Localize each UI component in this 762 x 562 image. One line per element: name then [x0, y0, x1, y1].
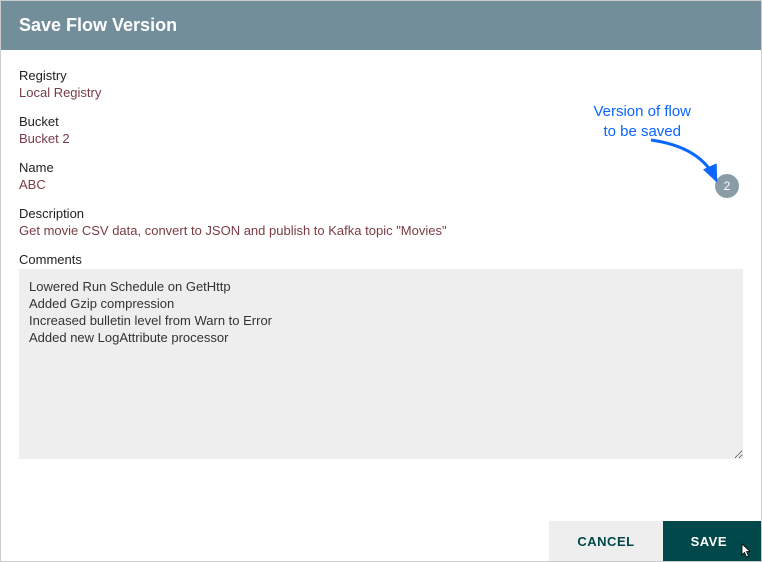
- description-value: Get movie CSV data, convert to JSON and …: [19, 223, 743, 238]
- dialog-footer: CANCEL SAVE: [1, 521, 761, 561]
- dialog-body: Registry Local Registry Bucket Bucket 2 …: [1, 50, 761, 521]
- name-label: Name: [19, 160, 743, 175]
- registry-field: Registry Local Registry: [19, 68, 743, 100]
- cancel-button[interactable]: CANCEL: [549, 521, 662, 561]
- description-label: Description: [19, 206, 743, 221]
- name-value: ABC: [19, 177, 743, 192]
- annotation-label: Version of flow to be saved: [593, 102, 691, 141]
- description-field: Description Get movie CSV data, convert …: [19, 206, 743, 238]
- save-flow-version-dialog: Save Flow Version Registry Local Registr…: [0, 0, 762, 562]
- save-button-label: SAVE: [691, 534, 727, 549]
- comments-field: Comments: [19, 252, 743, 464]
- version-badge: 2: [715, 174, 739, 198]
- registry-value: Local Registry: [19, 85, 743, 100]
- name-field: Name ABC: [19, 160, 743, 192]
- annotation-line1: Version of flow: [593, 103, 691, 120]
- comments-input[interactable]: [19, 269, 743, 459]
- annotation-line2: to be saved: [603, 123, 681, 140]
- cursor-icon: [739, 543, 755, 559]
- registry-label: Registry: [19, 68, 743, 83]
- save-button[interactable]: SAVE: [663, 521, 761, 561]
- comments-label: Comments: [19, 252, 743, 267]
- dialog-title: Save Flow Version: [1, 1, 761, 50]
